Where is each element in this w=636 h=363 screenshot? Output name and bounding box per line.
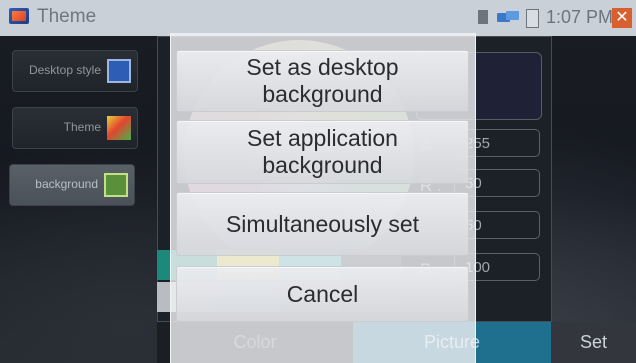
- theme-icon: [107, 116, 131, 140]
- window-title: Theme: [37, 6, 97, 27]
- cancel-button[interactable]: Cancel: [176, 266, 469, 322]
- background-image-icon: [104, 173, 128, 197]
- set-desktop-background-button[interactable]: Set as desktop background: [176, 50, 469, 112]
- set-button[interactable]: Set: [551, 322, 636, 363]
- sidebar-item-label: Theme: [63, 120, 101, 134]
- sidebar-item-theme[interactable]: Theme: [12, 107, 138, 149]
- theme-app-icon: [9, 8, 29, 24]
- close-icon[interactable]: ✕: [612, 8, 632, 28]
- title-bar: Theme 1:07 PM ✕: [0, 0, 636, 36]
- simultaneously-set-button[interactable]: Simultaneously set: [176, 192, 469, 256]
- sidebar-item-label: Desktop style: [28, 63, 101, 77]
- network-icon: [497, 11, 519, 23]
- desktop-style-icon: [107, 59, 131, 83]
- sd-card-icon: [478, 10, 488, 24]
- set-application-background-button[interactable]: Set application background: [176, 120, 469, 184]
- sidebar-item-desktop-style[interactable]: Desktop style: [12, 50, 138, 92]
- clock: 1:07 PM: [546, 7, 614, 27]
- sidebar-item-label: background: [35, 177, 98, 191]
- sidebar-item-background[interactable]: background: [9, 164, 135, 206]
- battery-icon: [526, 9, 539, 28]
